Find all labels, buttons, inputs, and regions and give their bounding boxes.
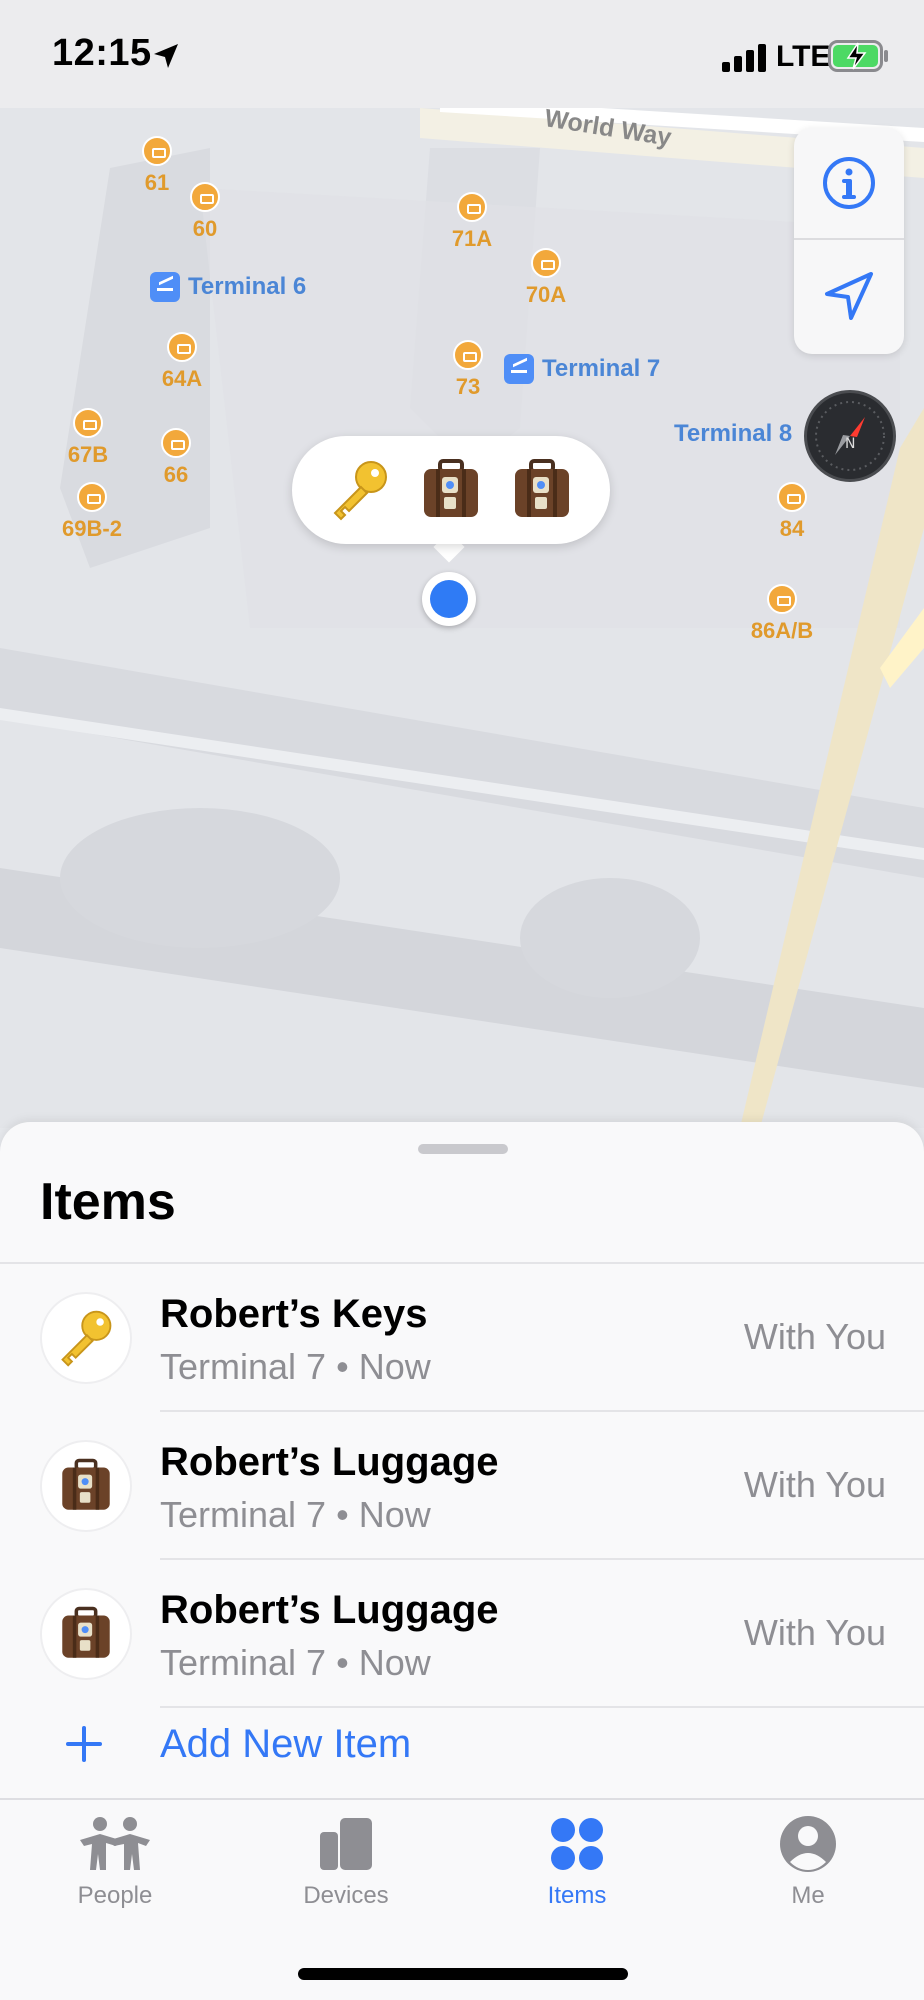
item-status: With You — [743, 1612, 886, 1653]
item-status: With You — [743, 1464, 886, 1505]
gate-icon — [767, 584, 797, 614]
gate-icon — [190, 182, 220, 212]
gate-marker[interactable]: 64A — [142, 332, 222, 392]
item-name: Robert’s Keys — [160, 1292, 428, 1336]
luggage-icon — [418, 457, 484, 523]
item-name: Robert’s Luggage — [160, 1440, 499, 1484]
gate-icon — [161, 428, 191, 458]
key-icon — [40, 1292, 132, 1384]
battery-charging-icon — [828, 40, 888, 72]
airplane-icon — [150, 272, 180, 302]
gate-icon — [77, 482, 107, 512]
gate-icon — [457, 192, 487, 222]
gate-marker[interactable]: 67B — [48, 408, 128, 468]
compass-button[interactable]: N — [804, 390, 896, 482]
tab-items[interactable]: Items — [477, 1812, 677, 1910]
tab-devices[interactable]: Devices — [246, 1812, 446, 1910]
devices-icon — [306, 1812, 386, 1876]
people-icon — [75, 1812, 155, 1876]
sheet-title: Items — [40, 1173, 176, 1231]
me-icon — [768, 1812, 848, 1876]
tab-label: Devices — [303, 1882, 389, 1909]
airplane-icon — [504, 354, 534, 384]
tab-label: Items — [547, 1882, 607, 1909]
gate-icon — [167, 332, 197, 362]
plus-icon — [66, 1726, 102, 1762]
terminal-7-marker[interactable]: Terminal 7 — [504, 354, 660, 384]
items-icon — [537, 1812, 617, 1876]
gate-label: 69B-2 — [62, 516, 122, 541]
item-location: Terminal 7 • Now — [160, 1642, 431, 1683]
status-bar: 12:15 LTE — [0, 0, 924, 108]
key-icon — [327, 457, 393, 523]
sheet-grabber[interactable] — [418, 1144, 508, 1154]
item-status: With You — [743, 1316, 886, 1357]
gate-icon — [453, 340, 483, 370]
gate-label: 60 — [192, 216, 218, 241]
terminal-label: Terminal 6 — [188, 273, 307, 300]
item-location: Terminal 7 • Now — [160, 1346, 431, 1387]
terminal-8-marker[interactable]: Terminal 8 — [674, 420, 792, 448]
cellular-signal-icon — [722, 44, 766, 72]
gate-label: 64A — [161, 366, 203, 391]
info-icon — [823, 157, 875, 209]
tab-me[interactable]: Me — [708, 1812, 908, 1910]
map-view[interactable]: World Way Terminal 6 Terminal 7 Terminal… — [0, 108, 924, 1128]
gate-marker[interactable]: 70A — [506, 248, 586, 308]
map-info-button[interactable] — [794, 128, 904, 240]
location-arrow-icon — [154, 44, 178, 68]
home-indicator[interactable] — [298, 1968, 628, 1980]
tab-label: Me — [791, 1882, 825, 1909]
gate-label: 73 — [455, 374, 481, 399]
item-name: Robert’s Luggage — [160, 1588, 499, 1632]
item-cluster[interactable] — [292, 436, 610, 544]
gate-marker[interactable]: 73 — [428, 340, 508, 400]
gate-marker[interactable]: 86A/B — [742, 584, 822, 644]
gate-icon — [142, 136, 172, 166]
status-time: 12:15 — [52, 32, 152, 74]
location-arrow-icon — [825, 272, 873, 320]
gate-label: 84 — [779, 516, 805, 541]
add-new-item-button[interactable]: Add New Item — [0, 1710, 924, 1790]
gate-marker[interactable]: 69B-2 — [52, 482, 132, 542]
gate-icon — [531, 248, 561, 278]
terminal-label: Terminal 7 — [542, 355, 661, 382]
add-new-item-label: Add New Item — [160, 1722, 412, 1766]
luggage-icon — [509, 457, 575, 523]
gate-marker[interactable]: 60 — [165, 182, 245, 242]
terminal-label: Terminal 8 — [674, 420, 793, 447]
terminal-6-marker[interactable]: Terminal 6 — [150, 272, 306, 302]
user-location-dot[interactable] — [422, 572, 476, 626]
luggage-icon — [40, 1440, 132, 1532]
gate-label: 71A — [451, 226, 493, 251]
gate-marker[interactable]: 71A — [432, 192, 512, 252]
gate-marker[interactable]: 84 — [752, 482, 832, 542]
divider — [160, 1706, 924, 1708]
list-item[interactable]: Robert’s Luggage Terminal 7 • Now With Y… — [0, 1412, 924, 1560]
gate-label: 86A/B — [750, 618, 814, 643]
map-controls — [794, 128, 904, 354]
tab-people[interactable]: People — [15, 1812, 215, 1910]
gate-icon — [73, 408, 103, 438]
item-location: Terminal 7 • Now — [160, 1494, 431, 1535]
compass-icon: N — [815, 401, 885, 471]
luggage-icon — [40, 1588, 132, 1680]
list-item[interactable]: Robert’s Keys Terminal 7 • Now With You — [0, 1264, 924, 1412]
gate-label: 67B — [67, 442, 109, 467]
tab-label: People — [77, 1882, 153, 1909]
network-type: LTE — [776, 40, 831, 73]
gate-marker[interactable]: 66 — [136, 428, 216, 488]
svg-text:N: N — [845, 436, 855, 452]
track-location-button[interactable] — [794, 240, 904, 352]
gate-icon — [777, 482, 807, 512]
gate-label: 70A — [525, 282, 567, 307]
gate-label: 66 — [163, 462, 189, 487]
list-item[interactable]: Robert’s Luggage Terminal 7 • Now With Y… — [0, 1560, 924, 1708]
